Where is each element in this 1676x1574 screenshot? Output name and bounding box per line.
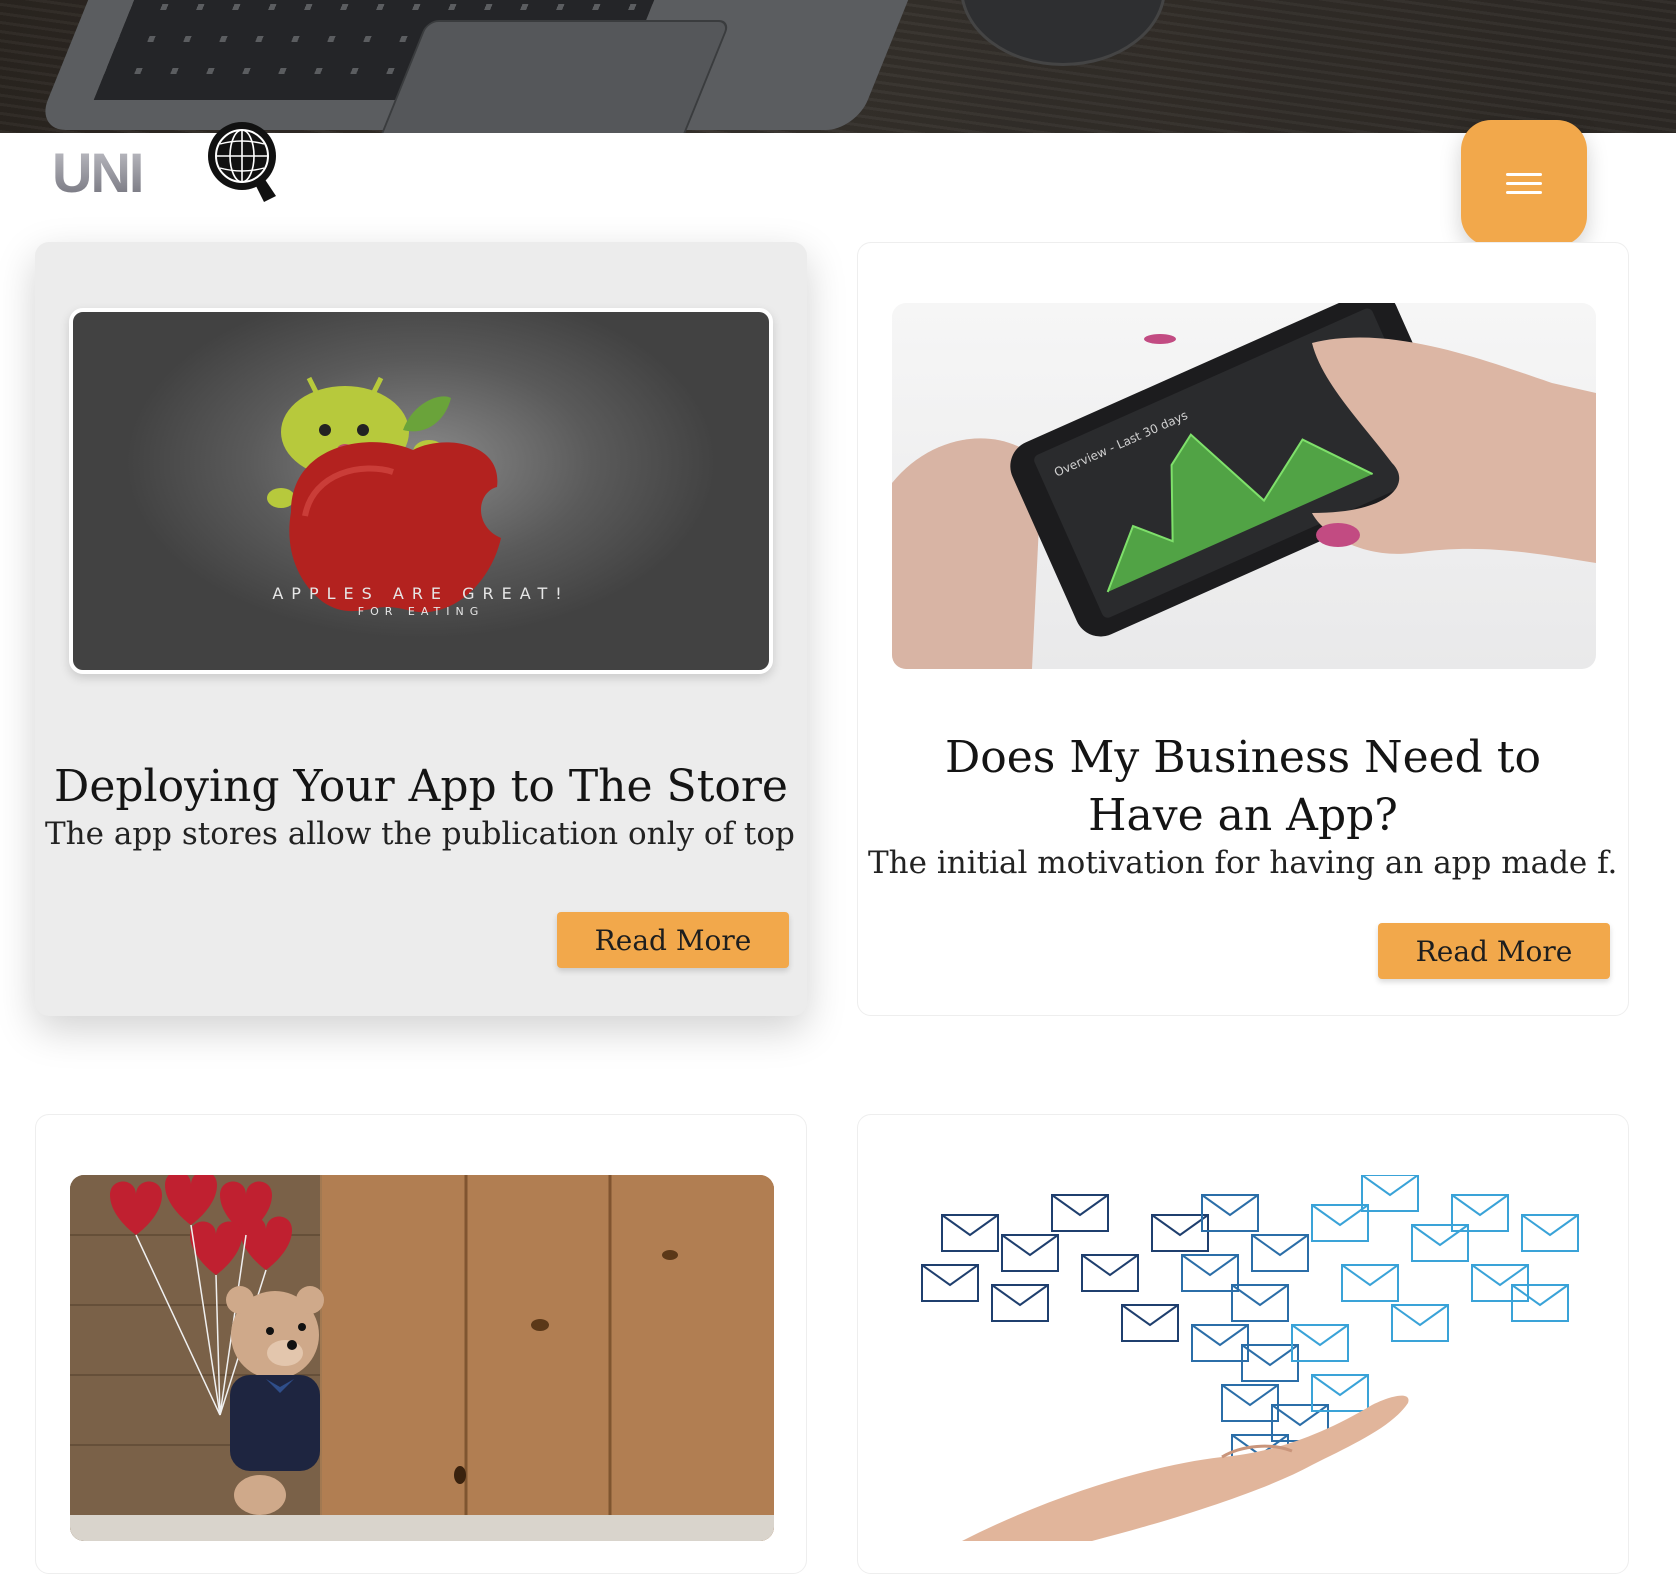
teddy-bear-balloons-photo bbox=[70, 1175, 774, 1541]
hero-banner bbox=[0, 0, 1676, 133]
image-caption-main: APPLES ARE GREAT! bbox=[272, 584, 569, 603]
read-more-button[interactable]: Read More bbox=[1378, 923, 1610, 979]
menu-button[interactable] bbox=[1461, 120, 1587, 246]
image-caption-sub: FOR EATING bbox=[358, 605, 484, 618]
post-card[interactable] bbox=[857, 1114, 1629, 1574]
post-card[interactable]: APPLES ARE GREAT! FOR EATING Deploying Y… bbox=[35, 242, 807, 1016]
globe-q-icon bbox=[208, 122, 276, 202]
post-image[interactable] bbox=[892, 1175, 1596, 1541]
android-apple-illustration: APPLES ARE GREAT! FOR EATING bbox=[267, 376, 569, 618]
hamburger-icon bbox=[1506, 167, 1542, 200]
post-card[interactable]: Overview - Last 30 days Does My Business… bbox=[857, 242, 1629, 1016]
post-title[interactable]: Does My Business Need to Have an App? bbox=[898, 729, 1588, 845]
phone-analytics-photo: Overview - Last 30 days bbox=[892, 303, 1596, 669]
read-more-button[interactable]: Read More bbox=[557, 912, 789, 968]
site-logo[interactable]: UNI bbox=[52, 116, 282, 212]
post-image[interactable]: Overview - Last 30 days bbox=[892, 303, 1596, 669]
post-image[interactable]: APPLES ARE GREAT! FOR EATING bbox=[69, 308, 773, 674]
post-excerpt: The initial motivation for having an app… bbox=[868, 845, 1618, 881]
post-image[interactable] bbox=[70, 1175, 774, 1541]
post-card[interactable] bbox=[35, 1114, 807, 1574]
post-title[interactable]: Deploying Your App to The Store bbox=[45, 758, 797, 816]
email-hand-illustration bbox=[921, 1175, 1579, 1541]
laptop-trackpad bbox=[372, 20, 732, 133]
logo-text: UNI bbox=[52, 141, 144, 204]
post-excerpt: The app stores allow the publication onl… bbox=[45, 816, 797, 852]
